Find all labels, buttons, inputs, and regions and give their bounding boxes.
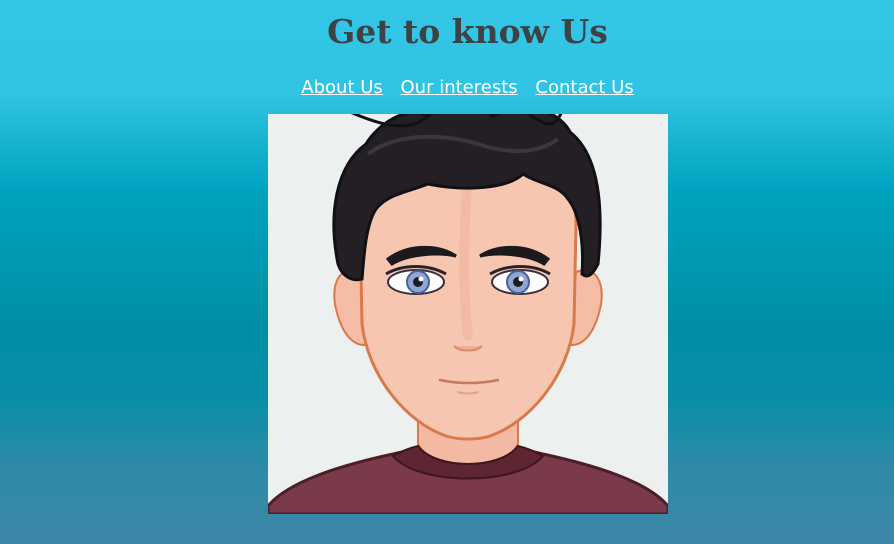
nav-link-about-us[interactable]: About Us [301, 77, 383, 98]
nose-shading [459, 169, 473, 341]
page-title: Get to know Us [327, 12, 608, 51]
avatar-image [268, 114, 668, 514]
nav-link-our-interests[interactable]: Our interests [401, 77, 518, 98]
right-eye-shine [518, 276, 524, 282]
avatar-illustration [268, 114, 668, 514]
nav-link-contact-us[interactable]: Contact Us [535, 77, 633, 98]
main-nav: About Us Our interests Contact Us [0, 75, 894, 101]
nose [453, 345, 483, 352]
left-eye-shine [418, 276, 424, 282]
